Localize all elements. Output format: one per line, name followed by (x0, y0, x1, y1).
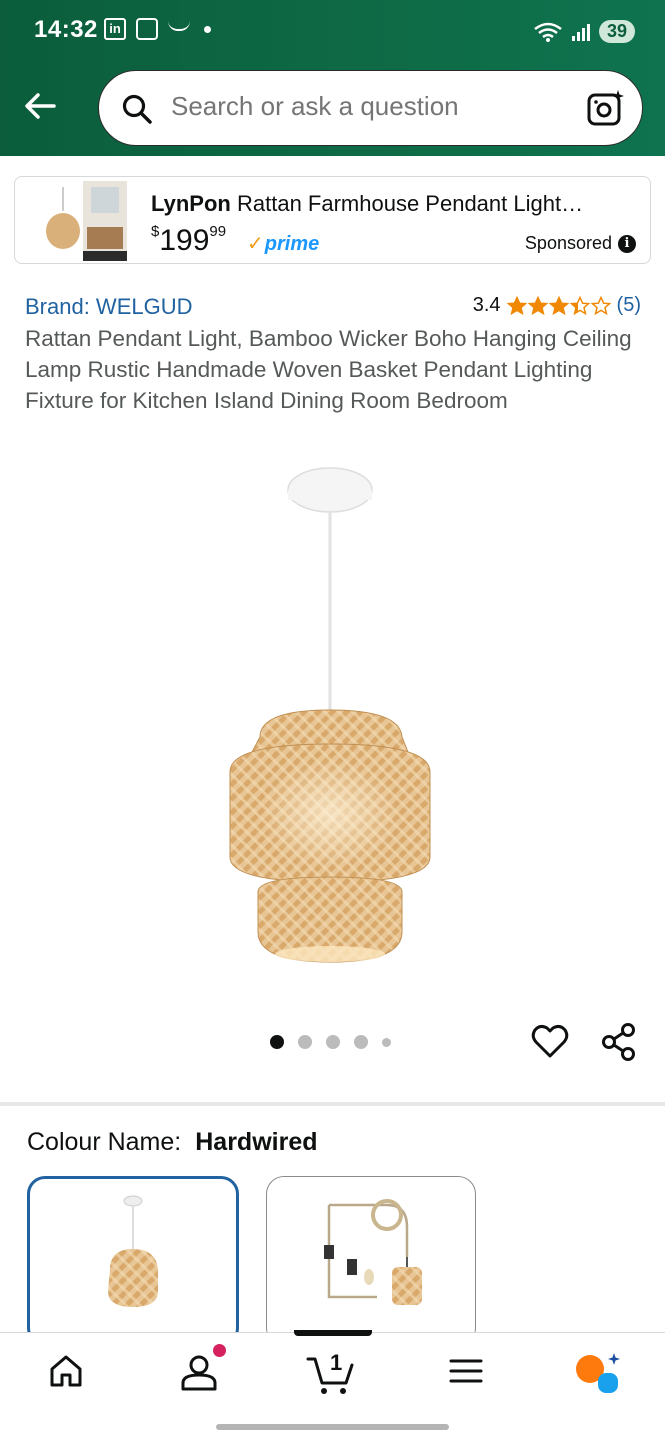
carousel-dot[interactable] (270, 1035, 284, 1049)
section-divider (0, 1102, 665, 1106)
variation-label-text: Colour Name: (27, 1128, 182, 1156)
status-time: 14:32 (34, 16, 98, 43)
product-image[interactable] (190, 462, 480, 972)
back-arrow-icon[interactable] (20, 86, 60, 126)
cart-count: 1 (330, 1350, 343, 1375)
account-icon[interactable] (180, 1353, 220, 1393)
image-carousel-dots[interactable] (270, 1035, 391, 1049)
linkedin-icon: in (104, 18, 126, 40)
screenshot-icon (136, 18, 158, 40)
hardwired-thumbnail (108, 1195, 158, 1307)
variation-selected: Hardwired (195, 1128, 318, 1156)
variation-label: Colour Name: Hardwired (27, 1128, 318, 1157)
variation-option-plug-in[interactable] (266, 1176, 476, 1346)
heart-icon[interactable] (530, 1022, 570, 1062)
carousel-dot[interactable] (382, 1037, 391, 1047)
carousel-dot[interactable] (298, 1035, 312, 1049)
variation-option-hardwired[interactable] (27, 1176, 239, 1346)
search-icon[interactable] (121, 93, 153, 125)
camera-search-icon[interactable] (586, 88, 626, 128)
sponsored-ad-banner[interactable]: LynPon Rattan Farmhouse Pendant Light… $… (14, 176, 651, 264)
star-icon (569, 295, 590, 315)
info-icon[interactable]: i (618, 234, 636, 253)
carousel-dot[interactable] (354, 1035, 368, 1049)
sponsored-text: Sponsored (524, 233, 612, 253)
star-rating (506, 295, 611, 316)
notification-icons: in (104, 18, 211, 40)
star-icon (590, 295, 611, 315)
menu-icon[interactable] (448, 1353, 484, 1389)
system-icons: 39 (533, 20, 635, 43)
rating-value: 3.4 (472, 294, 501, 316)
star-icon (506, 295, 527, 315)
sponsored-label[interactable]: Sponsored i (525, 233, 636, 254)
rufus-assistant-icon[interactable] (574, 1351, 622, 1395)
prime-label: prime (264, 233, 320, 255)
star-icon (548, 295, 569, 315)
active-tab-indicator (294, 1330, 372, 1336)
search-bar[interactable] (98, 70, 643, 146)
rating-summary[interactable]: 3.4 (5) (473, 294, 641, 317)
ad-title-text: Rattan Farmhouse Pendant Light… (236, 191, 584, 216)
amazon-smile-icon (168, 21, 190, 31)
ad-title[interactable]: LynPon Rattan Farmhouse Pendant Light… (151, 191, 639, 217)
signal-icon (571, 23, 590, 41)
prime-badge: ✓prime (247, 231, 319, 256)
search-input[interactable] (171, 91, 571, 122)
carousel-dot[interactable] (326, 1035, 340, 1049)
status-bar: 14:32 in 39 (0, 0, 665, 62)
ad-brand: LynPon (151, 191, 231, 216)
app-header: 14:32 in 39 (0, 0, 665, 156)
wifi-icon (534, 22, 562, 42)
gesture-home-bar[interactable] (216, 1424, 449, 1430)
ad-product-thumbnail (43, 181, 127, 261)
prime-check-icon: ✓ (247, 233, 264, 255)
home-icon[interactable] (48, 1353, 84, 1389)
ad-price-whole: 199 (159, 224, 210, 257)
product-title: Rattan Pendant Light, Bamboo Wicker Boho… (25, 326, 632, 413)
review-count[interactable]: (5) (617, 294, 641, 317)
plug-in-thumbnail (324, 1199, 422, 1305)
ad-price: $19999 (151, 223, 226, 258)
battery-indicator: 39 (598, 20, 635, 43)
account-notification-badge (213, 1344, 226, 1357)
brand-link[interactable]: Brand: WELGUD (25, 294, 193, 320)
more-notifications-icon (204, 25, 211, 33)
share-icon[interactable] (600, 1022, 640, 1062)
star-icon (527, 295, 548, 315)
ad-price-fraction: 99 (209, 223, 227, 240)
